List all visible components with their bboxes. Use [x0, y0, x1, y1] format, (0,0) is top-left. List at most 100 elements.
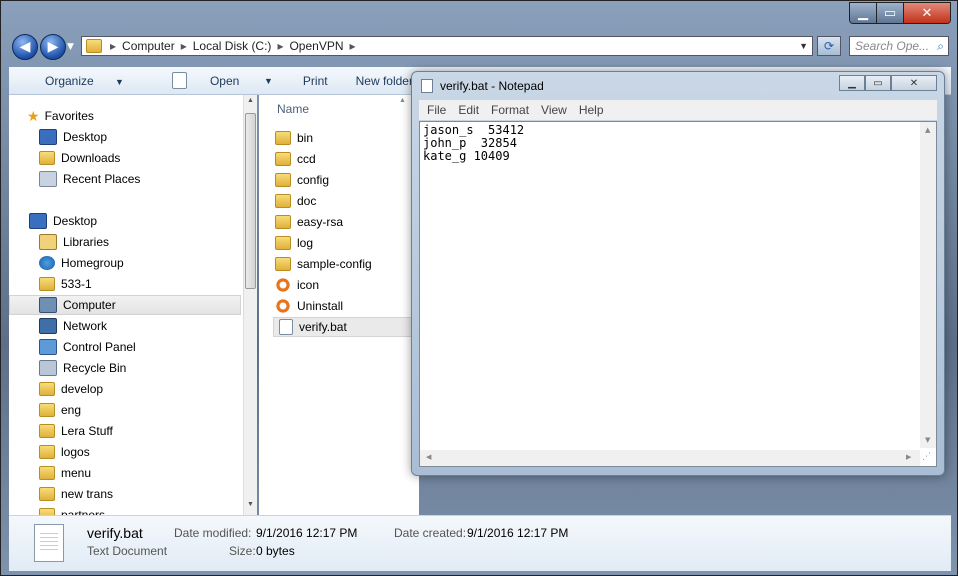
- resize-grip-icon[interactable]: ⋰: [922, 452, 931, 462]
- back-button[interactable]: ◀: [12, 34, 38, 60]
- print-button[interactable]: Print: [303, 74, 328, 88]
- file-row-log[interactable]: log: [275, 233, 313, 253]
- breadcrumb-separator-icon: ▸: [110, 39, 117, 53]
- file-row-doc[interactable]: doc: [275, 191, 316, 211]
- file-row-sample-config[interactable]: sample-config: [275, 254, 372, 274]
- nav-item-computer[interactable]: Computer: [9, 295, 241, 315]
- notepad-maximize-button[interactable]: ▭: [865, 75, 891, 91]
- text-line: kate_g 10409: [423, 149, 510, 163]
- minimize-button[interactable]: ▁: [850, 3, 876, 23]
- downloads-icon: [39, 151, 55, 165]
- nav-item-develop[interactable]: develop: [39, 379, 103, 399]
- nav-item-recycle-bin[interactable]: Recycle Bin: [39, 358, 126, 378]
- openvpn-icon: [275, 278, 291, 292]
- folder-icon: [39, 403, 55, 417]
- star-icon: ★: [27, 107, 40, 124]
- nav-scrollbar[interactable]: ▲ ▼: [243, 95, 257, 515]
- search-input[interactable]: Search Ope... ⌕: [849, 36, 949, 56]
- refresh-icon: ⟳: [823, 39, 835, 53]
- notepad-vertical-scrollbar[interactable]: ▲ ▼: [920, 122, 936, 448]
- nav-item-network[interactable]: Network: [39, 316, 107, 336]
- folder-icon: [39, 508, 55, 515]
- computer-icon: [39, 297, 57, 313]
- notepad-text-area[interactable]: jason_s 53412 john_p 32854 kate_g 10409 ▲ …: [419, 121, 937, 467]
- details-file-name: verify.bat: [87, 525, 143, 541]
- notepad-window: verify.bat - Notepad ▁ ▭ ✕ File Edit For…: [411, 71, 945, 476]
- nav-item-recent-places[interactable]: Recent Places: [39, 169, 140, 189]
- nav-item-downloads[interactable]: Downloads: [39, 148, 120, 168]
- notepad-close-button[interactable]: ✕: [891, 75, 937, 91]
- menu-edit[interactable]: Edit: [458, 103, 479, 117]
- nav-item-libraries[interactable]: Libraries: [39, 232, 109, 252]
- address-bar[interactable]: ▸ Computer ▸ Local Disk (C:) ▸ OpenVPN ▸…: [81, 36, 813, 56]
- nav-item-eng[interactable]: eng: [39, 400, 81, 420]
- details-created-value: 9/1/2016 12:17 PM: [467, 526, 569, 540]
- nav-item-lera-stuff[interactable]: Lera Stuff: [39, 421, 113, 441]
- details-created-label: Date created:: [394, 526, 467, 540]
- file-row-config[interactable]: config: [275, 170, 329, 190]
- column-header-name[interactable]: Name: [277, 102, 309, 116]
- organize-button[interactable]: Organize ▼: [27, 74, 124, 88]
- new-folder-button[interactable]: New folder: [356, 74, 413, 88]
- sort-arrow-icon: ▲: [399, 97, 406, 104]
- file-row-verify-bat[interactable]: verify.bat: [273, 317, 419, 337]
- forward-arrow-icon: ▶: [47, 39, 59, 55]
- nav-item-menu[interactable]: menu: [39, 463, 91, 483]
- close-button[interactable]: ✕: [903, 3, 950, 23]
- file-row-bin[interactable]: bin: [275, 128, 313, 148]
- breadcrumb-openvpn[interactable]: OpenVPN: [289, 39, 343, 53]
- user-folder-icon: [39, 277, 55, 291]
- nav-item-control-panel[interactable]: Control Panel: [39, 337, 136, 357]
- details-file-type: Text Document: [87, 544, 168, 558]
- notepad-minimize-button[interactable]: ▁: [839, 75, 865, 91]
- desktop-icon: [29, 213, 47, 229]
- menu-view[interactable]: View: [541, 103, 567, 117]
- scroll-down-icon[interactable]: ▼: [925, 436, 930, 444]
- scroll-left-icon[interactable]: ◀: [426, 453, 431, 461]
- nav-item-partners[interactable]: partners: [39, 505, 105, 515]
- breadcrumb-separator-icon: ▸: [180, 39, 187, 53]
- nav-item-favorites[interactable]: ★ Favorites: [27, 106, 94, 126]
- scroll-up-icon[interactable]: ▲: [247, 97, 254, 104]
- text-file-icon: [34, 524, 64, 562]
- nav-item-533-1[interactable]: 533-1: [39, 274, 92, 294]
- folder-icon: [275, 173, 291, 187]
- file-row-easy-rsa[interactable]: easy-rsa: [275, 212, 343, 232]
- notepad-icon: [171, 72, 187, 89]
- desktop-icon: [39, 129, 57, 145]
- nav-item-desktop-root[interactable]: Desktop: [29, 211, 97, 231]
- scroll-right-icon[interactable]: ▶: [906, 453, 911, 461]
- maximize-button[interactable]: ▭: [876, 3, 903, 23]
- recent-places-icon: [39, 171, 57, 187]
- folder-icon: [39, 382, 55, 396]
- menu-help[interactable]: Help: [579, 103, 604, 117]
- menu-format[interactable]: Format: [491, 103, 529, 117]
- scroll-up-icon[interactable]: ▲: [925, 126, 930, 134]
- scroll-down-icon[interactable]: ▼: [247, 501, 254, 508]
- address-dropdown-icon[interactable]: ▼: [799, 41, 808, 51]
- nav-item-new-trans[interactable]: new trans: [39, 484, 113, 504]
- nav-item-homegroup[interactable]: Homegroup: [39, 253, 124, 273]
- breadcrumb-separator-icon: ▸: [277, 39, 284, 53]
- notepad-text-lines: jason_s 53412 john_p 32854 kate_g 10409: [423, 124, 524, 163]
- file-row-uninstall[interactable]: Uninstall: [275, 296, 343, 316]
- folder-icon: [39, 487, 55, 501]
- folder-icon: [275, 131, 291, 145]
- nav-item-logos[interactable]: logos: [39, 442, 90, 462]
- chevron-down-icon: ▼: [264, 75, 273, 86]
- forward-button[interactable]: ▶: [40, 34, 66, 60]
- file-row-icon[interactable]: icon: [275, 275, 319, 295]
- breadcrumb-separator-icon: ▸: [349, 39, 356, 53]
- open-button[interactable]: Open ▼: [154, 72, 273, 89]
- nav-item-desktop[interactable]: Desktop: [39, 127, 107, 147]
- file-row-ccd[interactable]: ccd: [275, 149, 316, 169]
- refresh-button[interactable]: ⟳: [817, 36, 841, 56]
- breadcrumb-computer[interactable]: Computer: [122, 39, 175, 53]
- nav-scrollbar-thumb[interactable]: [245, 113, 256, 289]
- file-list: Name ▲ bin ccd config doc easy-rsa log s…: [259, 95, 419, 515]
- notepad-horizontal-scrollbar[interactable]: ◀ ▶: [420, 450, 920, 466]
- search-icon: ⌕: [937, 38, 944, 53]
- breadcrumb-local-disk[interactable]: Local Disk (C:): [193, 39, 272, 53]
- menu-file[interactable]: File: [427, 103, 446, 117]
- recent-pages-dropdown[interactable]: ▼: [67, 42, 74, 52]
